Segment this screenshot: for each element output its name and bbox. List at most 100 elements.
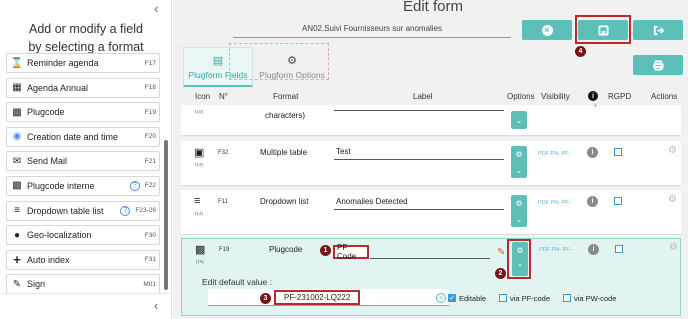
via-pw-code-label: via PW-code [574, 294, 617, 303]
options-button[interactable]: ⚙ ⌄ [511, 195, 527, 227]
format-item-code: F17 [144, 59, 156, 67]
format-item-code: F18 [144, 84, 156, 92]
field-icon-number: (14) [195, 211, 204, 216]
format-item-reminder-agenda[interactable]: ⌛ Reminder agenda F17 [6, 53, 160, 73]
clear-icon[interactable]: × [436, 293, 446, 303]
close-button[interactable]: × [522, 20, 572, 40]
format-item-send-mail[interactable]: ✉ Send Mail F21 [6, 151, 160, 172]
options-button[interactable]: ⌄ [511, 111, 527, 129]
step-marker-2: 2 [495, 268, 506, 279]
plus-icon[interactable]: + [593, 101, 598, 110]
edit-form-panel: Edit form AN02.Suivi Fournisseurs sur an… [173, 0, 688, 319]
sign-icon: ✎ [12, 278, 22, 290]
field-icon-number: (15) [196, 259, 205, 264]
format-item-creation-date[interactable]: ◉ Creation date and time F20 [6, 126, 160, 147]
format-item-label: Agenda Annual [27, 82, 89, 93]
col-visibility: Visibility [541, 92, 570, 101]
chevron-down-icon: ⌄ [515, 115, 523, 125]
table-row: (10) characters) ⌄ + [181, 101, 681, 136]
field-icon-number: (13) [195, 162, 204, 167]
info-icon[interactable]: i [588, 91, 598, 101]
field-number: F32 [218, 150, 229, 156]
chevron-down-icon: ⌄ [515, 165, 523, 175]
table-row: ≡ (14) F11 Dropdown list Anomalies Detec… [181, 190, 681, 235]
format-item-sign[interactable]: ✎ Sign M01 [6, 274, 160, 295]
format-item-label: Send Mail [27, 156, 68, 167]
field-label-input[interactable] [334, 105, 504, 111]
gear-icon: ⚙ [515, 149, 523, 159]
list-icon: ≡ [194, 195, 201, 207]
chevron-left-icon[interactable]: ‹ [154, 298, 158, 313]
format-item-code: F20 [144, 133, 156, 141]
via-pf-code-checkbox[interactable] [499, 294, 507, 302]
format-item-code: F21 [144, 157, 156, 165]
options-button[interactable]: ⚙ ⌄ [511, 146, 527, 178]
print-button[interactable] [633, 55, 683, 75]
info-icon[interactable]: i [587, 147, 598, 158]
save-icon [597, 24, 609, 36]
info-icon[interactable]: i [587, 196, 598, 207]
fields-table-header: Icon N° Format Label Options Visibility … [181, 89, 681, 105]
gear-icon[interactable]: ⚙ [668, 145, 677, 156]
divider [0, 293, 172, 294]
format-item-plugcode-interne[interactable]: ▩ Plugcode interne ? F22 [6, 175, 160, 196]
label-underline [370, 246, 490, 259]
list-icon: ≡ [14, 205, 20, 217]
calendar-icon: ▦ [12, 82, 22, 94]
chevron-up-icon: ⌃ [516, 263, 524, 272]
format-item-label: Creation date and time [27, 131, 119, 142]
format-item-plugcode[interactable]: ▩ Plugcode F19 [6, 102, 160, 123]
mail-icon: ✉ [12, 155, 22, 167]
format-item-auto-index[interactable]: + Auto index F31 [6, 249, 160, 270]
options-button[interactable]: ⚙ ⌃ [512, 242, 528, 276]
info-icon[interactable]: i [588, 244, 599, 255]
visibility-flags: PDF PN- PF- [539, 247, 572, 253]
print-icon [652, 59, 664, 71]
field-format: Dropdown list [260, 197, 309, 206]
editable-label: Editable [459, 294, 487, 303]
gear-icon[interactable]: ⚙ [669, 242, 678, 253]
hourglass-icon: ⌛ [10, 57, 24, 69]
sidebar-scrollbar[interactable] [164, 140, 168, 290]
form-name-input[interactable]: AN02.Suivi Fournisseurs sur anomalies [233, 20, 511, 38]
via-pf-code-label: via PF-code [510, 294, 551, 303]
editable-checkbox[interactable]: ✓ [448, 294, 456, 302]
pencil-icon[interactable]: ✎ [497, 247, 505, 258]
sidebar-title: Add or modify a field by selecting a for… [0, 20, 172, 56]
exit-button[interactable] [633, 20, 683, 40]
col-format: Format [273, 92, 299, 101]
default-value-input[interactable]: PF-231002-LQ222 [274, 290, 360, 305]
col-label: Label [413, 92, 433, 101]
field-format: Plugcode [269, 245, 303, 254]
rgpd-checkbox[interactable] [614, 197, 622, 205]
help-icon[interactable]: ? [129, 180, 140, 191]
format-item-label: Auto index [27, 254, 70, 265]
format-item-code: F31 [144, 256, 156, 264]
table-row-selected: ▩ (15) F19 Plugcode 1 PF Code ✎ ⚙ ⌃ 2 PD… [181, 238, 681, 316]
field-format: characters) [265, 111, 306, 120]
format-item-agenda-annual[interactable]: ▦ Agenda Annual F18 [6, 77, 160, 98]
rgpd-checkbox[interactable] [614, 148, 622, 156]
table-row: ▣ (13) F32 Multiple table Test ⚙ ⌄ PDF P… [181, 141, 681, 186]
field-label-input[interactable]: Anomalies Detected [334, 197, 504, 210]
format-item-code: F19 [144, 108, 156, 116]
field-format: Multiple table [260, 148, 308, 157]
format-item-dropdown-table-list[interactable]: ≡ Dropdown table list ? F23-26 [6, 200, 160, 221]
exit-icon [653, 25, 664, 35]
format-item-code: M01 [143, 280, 156, 288]
save-button[interactable] [578, 20, 628, 40]
via-pw-code-checkbox[interactable] [563, 294, 571, 302]
plus-icon: + [13, 252, 21, 268]
gear-icon[interactable]: ⚙ [668, 194, 677, 205]
field-label-input[interactable]: PF Code [333, 243, 369, 261]
help-icon[interactable]: ? [120, 205, 131, 216]
chevron-left-icon[interactable]: ‹ [154, 2, 158, 15]
selection-outline [229, 43, 329, 80]
qr-icon: ▩ [12, 106, 22, 118]
format-item-geo-localization[interactable]: ● Geo-localization F30 [6, 225, 160, 246]
rgpd-checkbox[interactable] [615, 245, 623, 253]
clock-icon: ◉ [12, 131, 22, 143]
field-label-input[interactable]: Test [334, 147, 504, 160]
page-title: Edit form [403, 0, 464, 15]
field-icon-number: (10) [195, 109, 204, 114]
